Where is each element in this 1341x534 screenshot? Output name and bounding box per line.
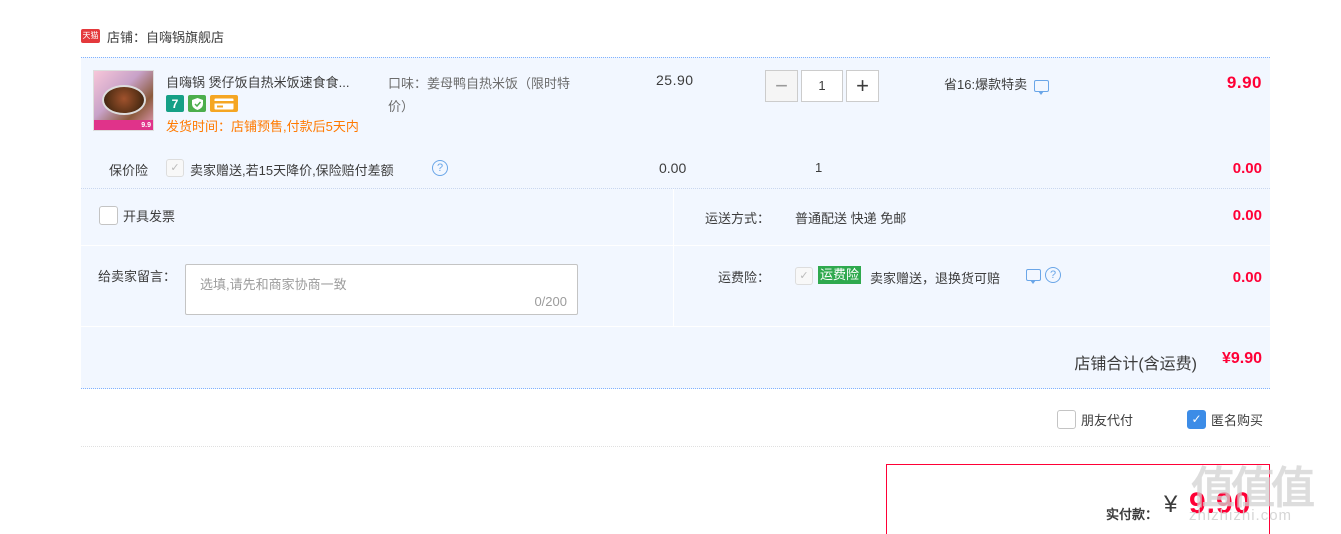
ship-time: 发货时间：店铺预售,付款后5天内 xyxy=(166,119,359,134)
price-insurance-desc: 卖家赠送,若15天降价,保险赔付差额 xyxy=(190,163,394,178)
payment-summary: 实付款： ¥ 9.90 xyxy=(886,464,1270,534)
message-placeholder: 选填,请先和商家协商一致 xyxy=(200,277,347,292)
order-box: 9.9 自嗨锅 煲仔饭自热米饭速食食... 7 发货时间：店铺预售,付款后5天内… xyxy=(81,57,1270,389)
shop-name[interactable]: 店铺：自嗨锅旗舰店 xyxy=(107,27,224,46)
shop-subtotal-row: 店铺合计(含运费) ¥9.90 xyxy=(81,326,1270,389)
qty-decrease-button[interactable]: − xyxy=(765,70,798,102)
price-insurance-price: 0.00 xyxy=(659,160,687,176)
price-insurance-qty: 1 xyxy=(815,160,823,175)
options-left: 开具发票 给卖家留言： 选填,请先和商家协商一致 0/200 xyxy=(81,189,674,327)
friend-pay-checkbox[interactable] xyxy=(1057,409,1076,429)
price-insurance-label: 保价险 xyxy=(109,163,149,178)
invoice-checkbox[interactable] xyxy=(99,206,118,225)
freight-insurance-label: 运费险： xyxy=(718,270,771,285)
service-badges: 7 xyxy=(166,95,238,112)
payment-currency: ¥ xyxy=(1164,491,1178,518)
friend-pay-option[interactable]: 朋友代付 xyxy=(1057,408,1133,430)
product-thumbnail[interactable]: 9.9 xyxy=(93,70,154,131)
row-divider xyxy=(81,245,1270,246)
invoice-label: 开具发票 xyxy=(123,209,176,224)
shop-header: 天猫 店铺：自嗨锅旗舰店 xyxy=(81,27,224,45)
anonymous-option[interactable]: ✓ 匿名购买 xyxy=(1187,408,1263,430)
guarantee-shield-icon[interactable] xyxy=(188,95,206,112)
qty-input[interactable]: 1 xyxy=(801,70,843,102)
freight-insurance-tag: 运费险 xyxy=(818,266,862,284)
shipping-total: 0.00 xyxy=(1232,207,1262,224)
seven-day-return-icon[interactable]: 7 xyxy=(166,95,184,112)
item-total: 9.90 xyxy=(1226,73,1262,92)
order-options-panel: 开具发票 给卖家留言： 选填,请先和商家协商一致 0/200 运送方式： 普通配… xyxy=(81,188,1270,327)
freight-insurance-checkbox[interactable]: ✓ xyxy=(795,267,813,285)
anonymous-checkbox[interactable]: ✓ xyxy=(1187,409,1206,429)
qty-increase-button[interactable]: + xyxy=(846,70,879,102)
freight-insurance-icons: ? xyxy=(1026,267,1061,284)
promotion: 省16:爆款特卖 xyxy=(944,74,1050,95)
help-icon[interactable]: ? xyxy=(432,160,448,176)
freight-insurance-total: 0.00 xyxy=(1232,269,1262,286)
message-label: 给卖家留言： xyxy=(98,269,177,284)
invoice-option[interactable]: 开具发票 xyxy=(99,206,175,225)
promo-text: 省16:爆款特卖 xyxy=(944,77,1028,92)
anonymous-label: 匿名购买 xyxy=(1211,412,1264,428)
unit-price: 25.90 xyxy=(656,72,694,88)
tmall-logo-icon: 天猫 xyxy=(81,29,100,43)
friend-pay-label: 朋友代付 xyxy=(1081,412,1134,428)
payment-label: 实付款： xyxy=(1106,507,1159,522)
message-textarea[interactable]: 选填,请先和商家协商一致 0/200 xyxy=(185,264,578,315)
price-insurance-row: 保价险 ✓ 卖家赠送,若15天降价,保险赔付差额 ? 0.00 1 0.00 xyxy=(81,156,1270,186)
divider xyxy=(81,446,1270,447)
product-title[interactable]: 自嗨锅 煲仔饭自热米饭速食食... xyxy=(166,72,381,91)
spec-line-2: 价） xyxy=(388,99,415,114)
shipping-label: 运送方式： xyxy=(705,211,771,226)
message-char-count: 0/200 xyxy=(534,294,567,309)
shipping-method: 普通配送 快递 免邮 xyxy=(795,211,907,226)
credit-card-icon[interactable] xyxy=(210,95,238,112)
price-insurance-checkbox[interactable]: ✓ xyxy=(166,159,184,177)
promo-chat-icon[interactable] xyxy=(1034,79,1050,95)
freight-insurance-desc: 卖家赠送，退换货可赔 xyxy=(870,271,1001,286)
options-right: 运送方式： 普通配送 快递 免邮 0.00 运费险： ✓ 运费险 卖家赠送，退换… xyxy=(675,189,1270,327)
spec-line-1: 口味：姜母鸭自热米饭（限时特 xyxy=(388,76,571,91)
payment-amount: 9.90 xyxy=(1189,487,1252,520)
help-icon[interactable]: ? xyxy=(1045,267,1061,283)
chat-icon[interactable] xyxy=(1026,269,1041,284)
product-spec: 口味：姜母鸭自热米饭（限时特 价） xyxy=(388,72,598,118)
pot-image xyxy=(102,85,146,115)
subtotal-label: 店铺合计(含运费) xyxy=(1074,356,1197,373)
thumb-price-tag: 9.9 xyxy=(141,122,151,129)
quantity-stepper: − 1 + xyxy=(765,70,879,102)
price-insurance-total: 0.00 xyxy=(1232,160,1262,177)
subtotal-value: ¥9.90 xyxy=(1221,350,1262,367)
